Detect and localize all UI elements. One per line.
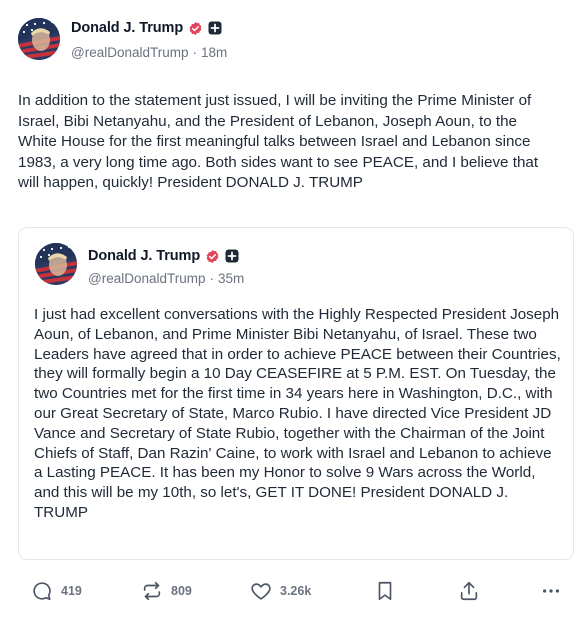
share-button[interactable] (458, 580, 480, 602)
like-button[interactable]: 3.26k (250, 580, 311, 602)
action-bar: 419 809 3.26k (0, 580, 579, 608)
retruth-icon (141, 580, 163, 602)
quoted-post-time[interactable]: 35m (218, 271, 244, 286)
post-card: Donald J. Trump @realDonaldTrump · 18m I… (0, 0, 579, 621)
quoted-author-meta: @realDonaldTrump · 35m (88, 271, 244, 286)
verified-badge-icon (205, 249, 220, 264)
reply-button[interactable]: 419 (31, 580, 82, 602)
post-time[interactable]: 18m (201, 45, 227, 60)
quoted-post-body: I just had excellent conversations with … (34, 306, 566, 521)
author-avatar[interactable] (18, 18, 60, 60)
bookmark-button[interactable] (375, 580, 395, 602)
quoted-author-handle[interactable]: @realDonaldTrump (88, 271, 206, 286)
bookmark-icon (375, 580, 395, 602)
retruth-count: 809 (171, 584, 192, 598)
quoted-author-avatar[interactable] (35, 243, 77, 285)
post-body: In addition to the statement just issued… (18, 92, 543, 191)
quoted-post[interactable]: Donald J. Trump @realDonaldTrump · 35m I… (18, 227, 574, 560)
retruth-button[interactable]: 809 (141, 580, 192, 602)
reply-count: 419 (61, 584, 82, 598)
author-handle[interactable]: @realDonaldTrump (71, 45, 189, 60)
more-options-button[interactable] (540, 580, 562, 602)
quoted-author-name-row: Donald J. Trump (88, 248, 239, 264)
author-name[interactable]: Donald J. Trump (71, 20, 183, 36)
plus-badge-icon (225, 249, 239, 263)
meta-separator: · (209, 271, 215, 286)
author-meta: @realDonaldTrump · 18m (71, 45, 227, 60)
plus-badge-icon (208, 21, 222, 35)
quoted-author-name[interactable]: Donald J. Trump (88, 248, 200, 264)
share-icon (458, 580, 480, 602)
like-count: 3.26k (280, 584, 312, 598)
verified-badge-icon (188, 21, 203, 36)
more-icon (540, 580, 562, 602)
meta-separator: · (192, 45, 198, 60)
reply-icon (31, 580, 53, 602)
author-name-row: Donald J. Trump (71, 20, 222, 36)
heart-icon (250, 580, 272, 602)
